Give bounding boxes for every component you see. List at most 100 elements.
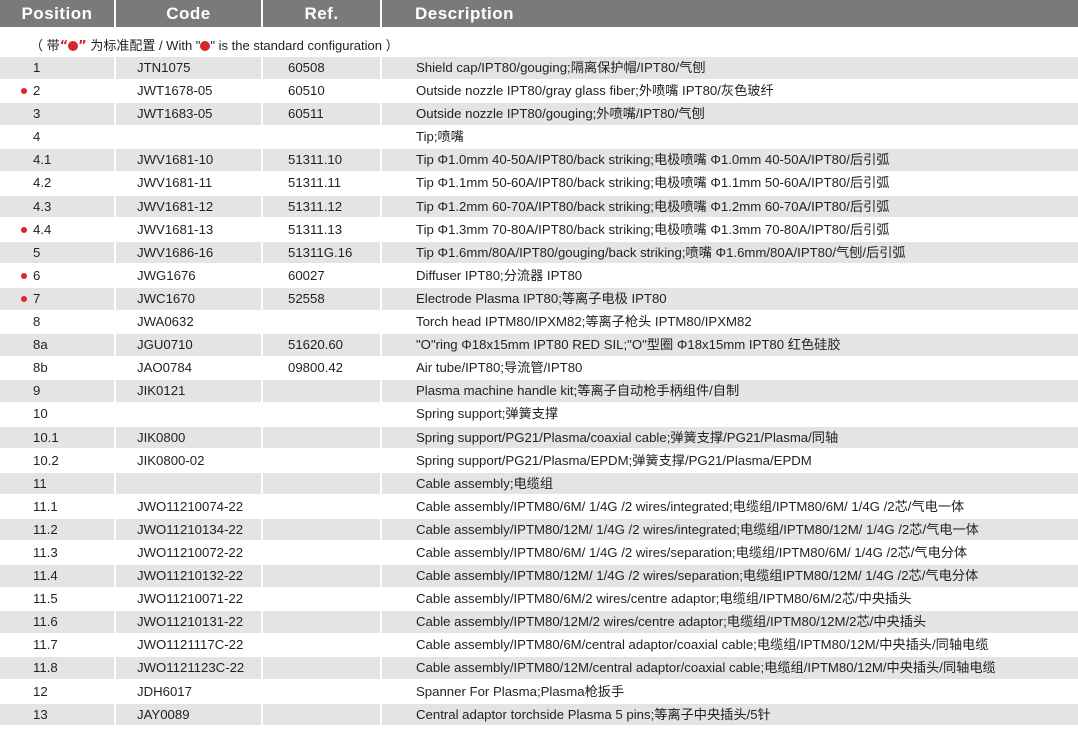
ref-cell (263, 611, 380, 633)
position-cell: 2 (33, 83, 41, 99)
code-cell: JWO1121117C-22 (137, 637, 244, 653)
ref-cell: 51620.60 (263, 334, 380, 356)
position-cell: 5 (0, 241, 114, 264)
table-row: 2 JWT1678-05 60510 Outside nozzle IPT80/gra… (0, 80, 1078, 103)
column-header-code: Code (116, 0, 261, 27)
description-cell: Cable assembly/IPTM80/6M/ 1/4G /2 wires/… (416, 498, 965, 514)
note-close-quote: ” (78, 39, 87, 54)
ref-cell (263, 542, 380, 564)
code-cell: JAY0089 (116, 703, 261, 726)
code-cell: JWO1121123C-22 (116, 657, 261, 680)
description-cell: Cable assembly;电缆组 (382, 472, 1078, 495)
table-row: 11.1 JWO11210074-22 Cable assembly/IPTM80/… (0, 496, 1078, 519)
description-cell: Cable assembly/IPTM80/6M/2 wires/centre … (416, 591, 912, 607)
note-prefix: （ 带 (30, 38, 60, 53)
description-cell: Outside nozzle IPT80/gouging;外喷嘴/IPT80/气… (382, 103, 1078, 125)
ref-cell: 51311G.16 (263, 241, 380, 264)
ref-cell (263, 634, 380, 656)
code-cell: JWT1683-05 (116, 103, 261, 125)
note-suffix: " is the standard configuration ） (210, 38, 399, 53)
description-cell: Torch head IPTM80/IPXM82;等离子枪头 IPTM80/IP… (416, 314, 752, 330)
table-header: Position Code Ref. Description (0, 0, 1078, 27)
position-cell: 4 (33, 129, 41, 145)
ref-cell (263, 426, 380, 449)
position-cell: 11.7 (33, 637, 58, 653)
code-cell: JWV1681-12 (116, 195, 261, 218)
table-row: 1 JTN1075 60508 Shield cap/IPT80/gouging;隔离… (0, 57, 1078, 80)
description-cell: Tip Φ1.3mm 70-80A/IPT80/back striking;电极… (416, 221, 890, 237)
table-row: 11.6 JWO11210131-22 Cable assembly/IPTM80/… (0, 611, 1078, 634)
ref-cell: 51311.11 (288, 175, 342, 191)
table-row: 11.8 JWO1121123C-22 Cable assembly/IPTM80/… (0, 657, 1078, 680)
description-cell: Tip;喷嘴 (416, 129, 464, 145)
table-row: 8 JWA0632 Torch head IPTM80/IPXM82;等离子枪头 I… (0, 311, 1078, 334)
standard-marker-icon (21, 295, 27, 302)
description-cell: "O"ring Φ18x15mm IPT80 RED SIL;"O"型圈 Φ18… (382, 334, 1078, 356)
column-header-ref: Ref. (263, 0, 380, 27)
table-row: 3 JWT1683-05 60511 Outside nozzle IPT80/gou… (0, 103, 1078, 126)
table-row: 11.4 JWO11210132-22 Cable assembly/IPTM80/… (0, 565, 1078, 588)
ref-cell (263, 380, 380, 402)
table-row: 4.1 JWV1681-10 51311.10 Tip Φ1.0mm 40-50A/I… (0, 149, 1078, 172)
position-cell: 4.3 (0, 195, 114, 218)
code-cell: JWO11210072-22 (137, 544, 244, 560)
position-cell: 9 (0, 380, 114, 402)
code-cell: JWV1681-13 (137, 221, 214, 237)
table-row: 10.2 JIK0800-02 Spring support/PG21/Plasma… (0, 450, 1078, 473)
ref-cell (263, 518, 380, 541)
ref-cell: 60511 (263, 103, 380, 125)
ref-cell: 60510 (288, 83, 325, 99)
parts-list-sheet: Position Code Ref. Description （ 带“ ” 为标准… (0, 0, 1078, 745)
ref-cell: 51311.10 (263, 149, 380, 171)
description-cell: Cable assembly/IPTM80/12M/ 1/4G /2 wires… (382, 518, 1078, 541)
standard-marker-icon (21, 272, 27, 279)
code-cell: JAO0784 (137, 360, 192, 376)
description-cell: Air tube/IPT80;导流管/IPT80 (416, 360, 583, 376)
standard-marker-icon (200, 41, 211, 51)
code-cell: JWC1670 (116, 287, 261, 310)
table-row: 7 JWC1670 52558 Electrode Plasma IPT80;等离子电… (0, 287, 1078, 311)
position-cell: 7 (0, 287, 114, 310)
code-cell: JIK0800 (116, 426, 261, 449)
table-row: 10 Spring support;弹簧支撑 (0, 403, 1078, 426)
ref-cell (263, 496, 380, 518)
code-cell: JWT1678-05 (137, 83, 213, 99)
table-row: 6 JWG1676 60027 Diffuser IPT80;分流器 IPT80 (0, 265, 1078, 288)
position-cell: 6 (33, 267, 41, 283)
table-row: 11.3 JWO11210072-22 Cable assembly/IPTM80/… (0, 542, 1078, 565)
code-cell: JWO11210071-22 (137, 591, 244, 607)
parts-table-body: 1 JTN1075 60508 Shield cap/IPT80/gouging;隔离… (0, 57, 1078, 727)
standard-configuration-note: （ 带“ ” 为标准配置 / With " " is the standard co… (30, 36, 399, 56)
code-cell: JWO11210074-22 (137, 498, 244, 514)
standard-marker-icon (68, 41, 79, 51)
table-row: 13 JAY0089 Central adaptor torchside Plasm… (0, 703, 1078, 727)
code-cell (116, 403, 261, 425)
position-cell: 4.1 (0, 149, 114, 171)
column-header-position: Position (0, 0, 114, 27)
table-row: 5 JWV1686-16 51311G.16 Tip Φ1.6mm/80A/IPT80… (0, 241, 1078, 265)
note-open-quote: “ (59, 39, 69, 54)
code-cell: JWV1686-16 (116, 241, 261, 264)
ref-cell (263, 450, 380, 472)
code-cell: JDH6017 (137, 683, 192, 699)
description-cell: Electrode Plasma IPT80;等离子电极 IPT80 (382, 287, 1078, 310)
position-cell: 4.2 (33, 175, 52, 191)
position-cell: 11.2 (0, 518, 114, 541)
description-cell: Cable assembly/IPTM80/6M/central adaptor… (416, 637, 989, 653)
table-row: 4.2 JWV1681-11 51311.11 Tip Φ1.1mm 50-60A/I… (0, 172, 1078, 195)
position-cell: 13 (0, 703, 114, 726)
table-row: 11 Cable assembly;电缆组 (0, 472, 1078, 496)
ref-cell: 52558 (263, 287, 380, 310)
ref-cell (263, 657, 380, 680)
description-cell: Outside nozzle IPT80/gray glass fiber;外喷… (416, 83, 774, 99)
code-cell: JWO11210134-22 (116, 518, 261, 541)
position-cell: 11 (0, 472, 114, 495)
code-cell (116, 126, 261, 148)
position-cell: 11.3 (33, 544, 58, 560)
code-cell: JWA0632 (137, 314, 194, 330)
ref-cell (263, 588, 380, 610)
description-cell: Shield cap/IPT80/gouging;隔离保护帽/IPT80/气刨 (382, 57, 1078, 79)
position-cell: 12 (33, 683, 48, 699)
table-row: 11.7 JWO1121117C-22 Cable assembly/IPTM80/… (0, 634, 1078, 657)
description-cell: Spanner For Plasma;Plasma枪扳手 (416, 683, 625, 699)
